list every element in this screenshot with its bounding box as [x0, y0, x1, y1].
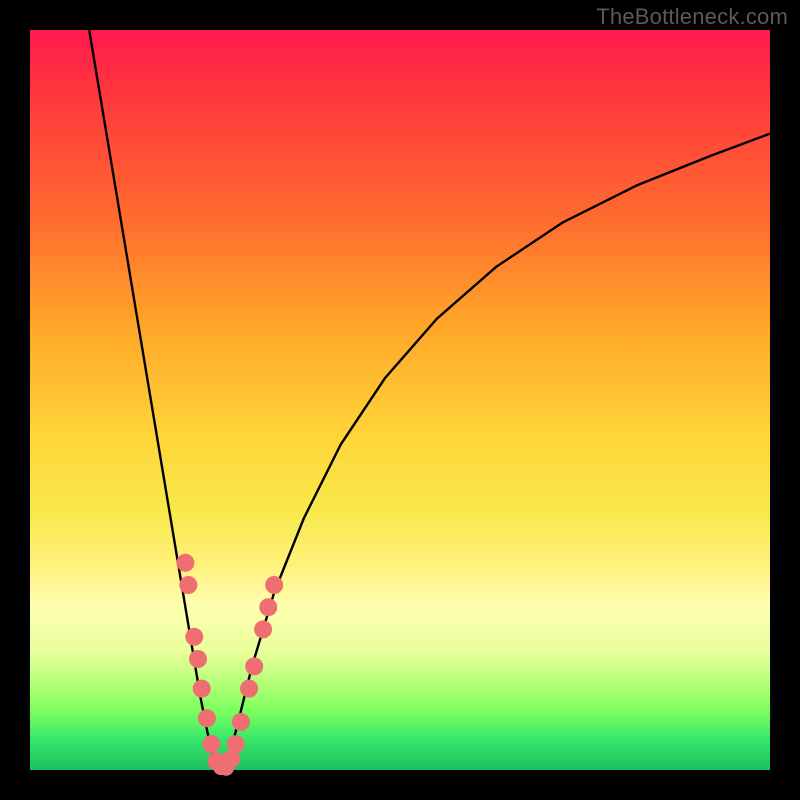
data-dot: [218, 760, 234, 776]
plot-area: [30, 30, 770, 770]
data-dot: [265, 576, 283, 594]
data-dot: [189, 650, 207, 668]
data-dot: [202, 735, 220, 753]
right-curve: [222, 134, 770, 770]
data-dot: [232, 713, 250, 731]
data-dot: [245, 657, 263, 675]
data-dot: [259, 598, 277, 616]
data-dot: [179, 576, 197, 594]
data-dot: [193, 680, 211, 698]
data-dot: [185, 628, 203, 646]
data-dot: [240, 680, 258, 698]
watermark-text: TheBottleneck.com: [596, 4, 788, 30]
dots-group: [176, 554, 283, 776]
data-dot: [176, 554, 194, 572]
data-dot: [254, 620, 272, 638]
chart-frame: TheBottleneck.com: [0, 0, 800, 800]
curve-svg: [30, 30, 770, 770]
data-dot: [227, 735, 245, 753]
data-dot: [198, 709, 216, 727]
